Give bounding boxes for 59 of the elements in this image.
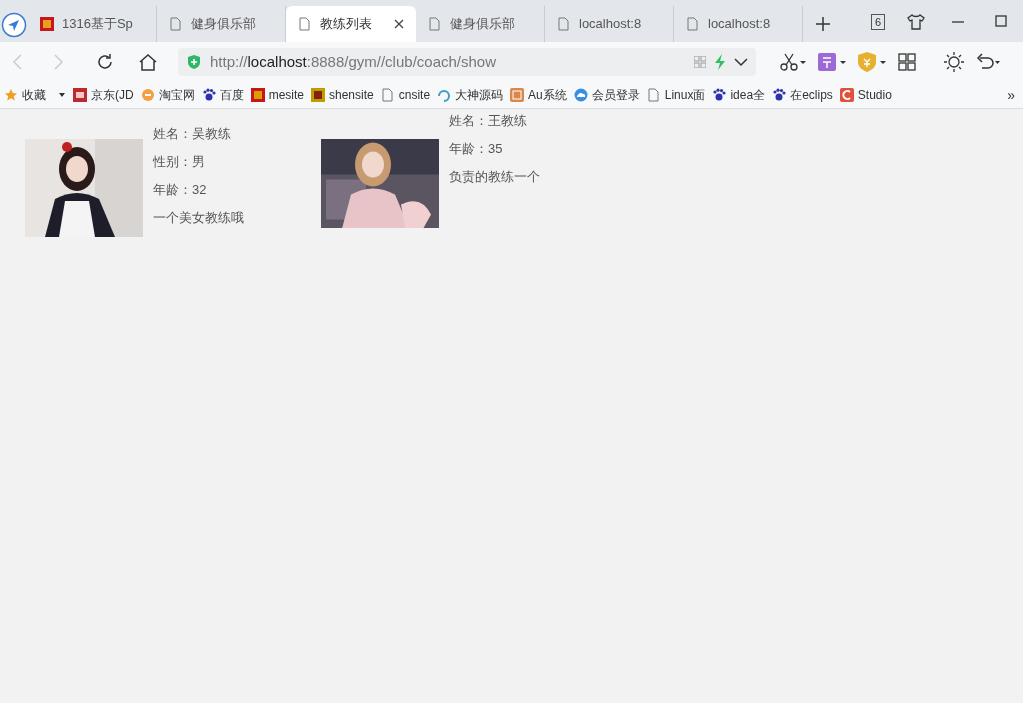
more-bookmarks-button[interactable]: » — [1007, 84, 1019, 106]
coach-info-text: 性别：男 — [153, 153, 206, 171]
address-bar[interactable]: http://localhost:8888/gym//club/coach/show — [178, 48, 756, 76]
bookmark-item[interactable]: Au系统 — [510, 86, 567, 104]
page-icon — [298, 17, 312, 31]
cloud-icon — [573, 88, 588, 102]
bookmark-item[interactable]: 会员登录 — [573, 86, 640, 104]
bookmark-item[interactable]: shensite — [311, 86, 374, 104]
page-icon — [169, 17, 183, 31]
flag-icon — [40, 17, 54, 31]
bookmark-item[interactable]: 京东(JD — [73, 86, 134, 104]
swirl-icon — [437, 88, 452, 102]
studio-icon — [839, 88, 854, 102]
grid-icon — [510, 88, 525, 102]
browser-tab[interactable]: 教练列表 — [286, 6, 416, 42]
scissors-icon[interactable] — [780, 53, 806, 71]
star-icon — [4, 88, 18, 102]
bookmark-item[interactable]: 在eclips — [772, 86, 833, 104]
page-icon — [557, 17, 571, 31]
bookmark-item[interactable]: 淘宝网 — [140, 86, 195, 104]
page-icon — [428, 17, 442, 31]
bookmark-item[interactable]: cnsite — [380, 86, 431, 104]
coach-info-text: 一个美女教练哦 — [153, 209, 245, 227]
plus-icon[interactable] — [815, 16, 831, 32]
tab-count[interactable]: 6 — [871, 14, 886, 30]
coach-info-text: 年龄：35 — [449, 140, 504, 158]
bookmark-item[interactable]: 收藏 — [4, 86, 66, 104]
brightness-icon[interactable] — [944, 52, 964, 72]
bookmark-item[interactable]: 百度 — [201, 86, 244, 104]
paw-icon — [201, 88, 216, 102]
page-icon — [686, 17, 700, 31]
page-icon — [646, 88, 661, 102]
bookmark-item[interactable]: idea全 — [712, 86, 766, 104]
bookmark-item[interactable]: 大神源码 — [437, 86, 504, 104]
seal-icon — [311, 88, 325, 102]
page-icon — [380, 88, 395, 102]
caret-icon — [58, 92, 66, 98]
coach-info-text: 负责的教练一个 — [449, 168, 541, 186]
shield-icon — [186, 54, 202, 70]
chevron-down-icon[interactable] — [734, 57, 748, 67]
flag-icon — [250, 88, 265, 102]
url-text: http://localhost:8888/gym//club/coach/show — [210, 51, 496, 72]
shirt-icon[interactable] — [907, 14, 926, 30]
coach-info-text: 姓名：吴教练 — [153, 125, 232, 143]
maximize-icon[interactable] — [995, 15, 1008, 27]
paw-icon — [712, 88, 727, 102]
home-icon[interactable] — [138, 53, 158, 71]
bookmark-item[interactable]: mesite — [250, 86, 304, 104]
undo-icon[interactable] — [976, 53, 1000, 71]
translate-icon[interactable] — [818, 53, 846, 71]
close-icon[interactable] — [394, 19, 404, 29]
coach-info-text: 姓名：王教练 — [449, 112, 528, 130]
apps-icon[interactable] — [898, 53, 916, 71]
navigation-icon[interactable] — [1, 12, 27, 38]
paw-icon — [772, 88, 787, 102]
coach-info-text: 年龄：32 — [153, 181, 208, 199]
reload-icon[interactable] — [96, 53, 114, 71]
bookmark-item[interactable]: Studio — [839, 86, 892, 104]
bookmark-item[interactable]: Linux面 — [646, 86, 706, 104]
